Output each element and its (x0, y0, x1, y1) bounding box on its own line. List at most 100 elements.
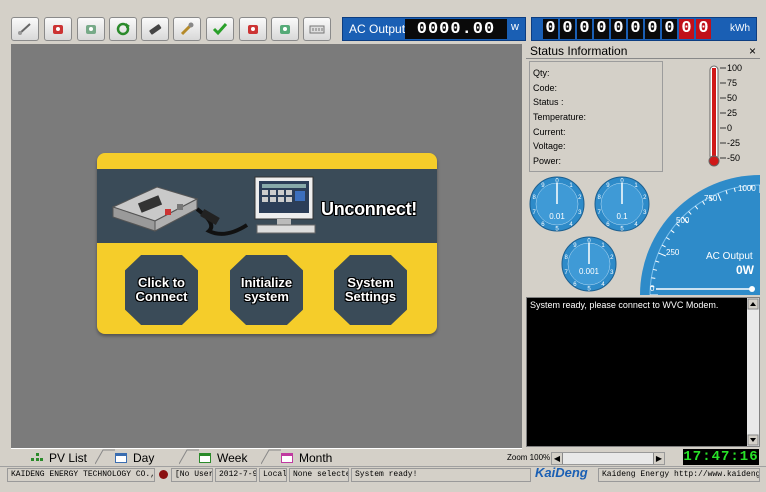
gauge-small-1: 0.01 (529, 176, 585, 232)
thermo-tick: 100 (727, 63, 742, 73)
tab-separator (179, 449, 199, 465)
tab-label: Week (217, 450, 248, 465)
close-icon[interactable]: × (749, 44, 756, 58)
tab-label: PV List (49, 450, 88, 465)
tab-pv-list[interactable]: PV List (31, 450, 87, 465)
initialize-system-button[interactable]: Initialize system (230, 255, 303, 325)
gauge-panel: 250 500 750 1000 0 AC Output 0W 0.01 0.1 (526, 173, 761, 296)
field-code: Code: (533, 82, 558, 93)
company-name: KAIDENG ENERGY TECHNOLOGY CO., LTD. (7, 468, 155, 482)
system-settings-button[interactable]: System Settings (334, 255, 407, 325)
date-display: 2012-7-9 (215, 468, 257, 482)
check-icon[interactable] (206, 17, 234, 41)
ac-gauge-tick: 250 (666, 248, 680, 257)
calculator-icon[interactable] (303, 17, 331, 41)
disconnect-icon[interactable] (77, 17, 105, 41)
settings-tool-icon[interactable] (141, 17, 169, 41)
thermo-tick: 0 (727, 123, 732, 133)
energy-digit: 0 (577, 19, 592, 39)
zoom-out-icon[interactable]: ◀ (552, 453, 563, 464)
energy-counter: 0 0 0 0 0 0 0 0 0 0 kWh (531, 17, 757, 41)
gauge-value: 0.1 (616, 212, 628, 221)
calendar-icon (115, 453, 127, 463)
clock-display: 17:47:16 (683, 449, 759, 465)
status-panel-header: Status Information (526, 44, 760, 59)
zoom-in-icon[interactable]: ▶ (653, 453, 664, 464)
gauge-value: 0.001 (579, 267, 600, 276)
zoom-slider[interactable]: ◀ ▶ (551, 452, 665, 465)
energy-digit: 0 (645, 19, 660, 39)
status-panel-title: Status Information (530, 44, 628, 58)
click-to-connect-button[interactable]: Click to Connect (125, 255, 198, 325)
energy-digit: 0 (560, 19, 575, 39)
field-temperature: Temperature: (533, 112, 587, 123)
field-current: Current: (533, 126, 566, 137)
thermo-tick: 25 (727, 108, 737, 118)
mode-display: Local (259, 468, 287, 482)
energy-digit-decimal: 0 (696, 19, 711, 39)
wrench-icon[interactable] (173, 17, 201, 41)
tab-day[interactable]: Day (115, 450, 154, 465)
tab-label: Day (133, 450, 155, 465)
gauge-tick (651, 277, 656, 279)
log-console[interactable]: System ready, please connect to WVC Mode… (526, 297, 760, 447)
ac-output-gauge (640, 175, 760, 295)
thermo-tick: -50 (727, 153, 740, 163)
ac-gauge-tick: 1000 (738, 184, 756, 193)
energy-unit: kWh (730, 23, 750, 34)
field-qty: Qty: (533, 68, 550, 78)
tab-month[interactable]: Month (281, 450, 332, 465)
user-status: [No User] (171, 468, 213, 482)
refresh-icon[interactable] (109, 17, 137, 41)
tab-separator (261, 449, 281, 465)
energy-digit: 0 (611, 19, 626, 39)
ac-output-value: 0000.00 (405, 19, 507, 39)
gauges-svg: 250 500 750 1000 0 AC Output 0W 0.01 0.1 (529, 175, 761, 296)
website-link[interactable]: Kaideng Energy http://www.kaidengdg.com (598, 468, 760, 482)
energy-digit-decimal: 0 (679, 19, 694, 39)
brand-logo: KaiDeng (535, 465, 588, 480)
selection-display: None selected (289, 468, 349, 482)
calendar-icon (199, 453, 211, 463)
connect-icon[interactable] (239, 17, 267, 41)
toolbar: AC Output 0000.00 w 0 0 0 0 0 0 0 0 0 0 … (0, 0, 766, 44)
ac-gauge-tick: 0 (650, 284, 655, 293)
thermometer: 100 75 50 25 0 -25 -50 (696, 60, 758, 172)
thermo-tick: -25 (727, 138, 740, 148)
field-voltage: Voltage: (533, 141, 566, 152)
gauge-small-2: 0.1 (594, 176, 650, 232)
tab-label: Month (299, 450, 333, 465)
connection-indicator-icon (159, 470, 168, 479)
ac-output-label: AC Output (349, 22, 406, 36)
status-message: System ready! (351, 468, 531, 482)
energy-digit: 0 (543, 19, 558, 39)
field-status: Status : (533, 97, 564, 108)
ac-gauge-tick: 750 (704, 194, 718, 203)
connect-icon[interactable] (44, 17, 72, 41)
tab-week[interactable]: Week (199, 450, 247, 465)
status-fields: Qty: Code: Status : Temperature: Current… (529, 61, 663, 172)
ac-output-unit: w (511, 21, 519, 33)
ac-output-display: AC Output 0000.00 w (342, 17, 526, 41)
disconnect-icon[interactable] (271, 17, 299, 41)
energy-digit: 0 (662, 19, 677, 39)
log-message: System ready, please connect to WVC Mode… (530, 300, 719, 310)
field-power: Power: (533, 156, 562, 167)
main-canvas: Unconnect! Click to Connect Initialize s… (11, 44, 522, 448)
plug-icon[interactable] (11, 17, 39, 41)
gauge-value: 0.01 (549, 212, 565, 221)
tree-icon (31, 453, 43, 461)
status-bar: KAIDENG ENERGY TECHNOLOGY CO., LTD. [No … (0, 466, 766, 482)
thermo-tick: 75 (727, 78, 737, 88)
energy-digits: 0 0 0 0 0 0 0 0 0 0 (543, 19, 713, 39)
gauge-small-3: 0.001 (561, 236, 617, 292)
energy-digit: 0 (628, 19, 643, 39)
ac-gauge-value: 0W (736, 263, 755, 277)
connection-status-text: Unconnect! (321, 199, 418, 219)
thermometer-icon: 100 75 50 25 0 -25 -50 (708, 63, 742, 167)
log-scrollbar[interactable] (747, 298, 759, 446)
app-window: AC Output 0000.00 w 0 0 0 0 0 0 0 0 0 0 … (0, 0, 766, 492)
thermo-tick: 50 (727, 93, 737, 103)
view-tabs: PV List Day Week Month (11, 448, 522, 465)
zoom-label: Zoom 100% (507, 453, 551, 462)
